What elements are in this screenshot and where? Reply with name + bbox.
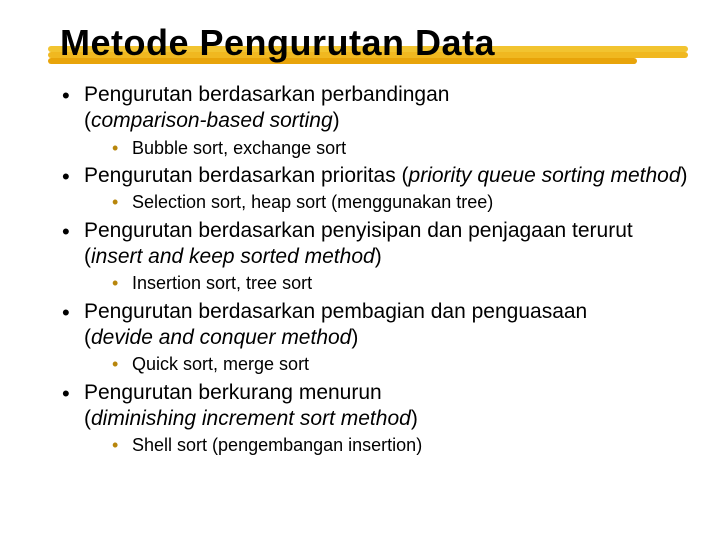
emphasis: insert and keep sorted method [91,245,375,268]
sub-text: , heap sort (menggunakan tree) [241,192,493,212]
sub-bullet: Selection sort, heap sort (menggunakan t… [112,191,688,214]
sub-highlight: Quick sort [132,354,213,374]
sub-text: , tree sort [236,273,312,293]
bullet-tail: ) [411,407,418,430]
bullet-tail: ) [351,326,358,349]
sub-bullet: Quick sort, merge sort [112,353,688,376]
bullet-item-1: Pengurutan berdasarkan perbandingan (com… [60,82,688,159]
bullet-item-5: Pengurutan berkurang menurun (diminishin… [60,380,688,457]
sub-highlight: Bubble sort [132,138,223,158]
sub-bullet: Bubble sort, exchange sort [112,137,688,160]
sub-bullet: Insertion sort, tree sort [112,272,688,295]
sub-text: , exchange sort [223,138,346,158]
bullet-text: Pengurutan berdasarkan prioritas ( [84,164,409,187]
bullet-tail: ) [375,245,382,268]
bullet-item-3: Pengurutan berdasarkan penyisipan dan pe… [60,218,688,295]
bullet-tail: ) [333,109,340,132]
bullet-item-2: Pengurutan berdasarkan prioritas (priori… [60,163,688,214]
emphasis: comparison-based sorting [91,109,333,132]
bullet-item-4: Pengurutan berdasarkan pembagian dan pen… [60,299,688,376]
sub-highlight: Shell sort [132,435,207,455]
sub-highlight: Selection sort [132,192,241,212]
slide: Metode Pengurutan Data Pengurutan berdas… [0,0,720,540]
emphasis: priority queue sorting method [409,164,681,187]
sub-text: (pengembangan insertion) [207,435,422,455]
sub-bullet: Shell sort (pengembangan insertion) [112,434,688,457]
bullet-list: Pengurutan berdasarkan perbandingan (com… [60,82,688,457]
page-title: Metode Pengurutan Data [60,22,495,64]
sub-highlight: Insertion sort [132,273,236,293]
bullet-tail: ) [681,164,688,187]
title-block: Metode Pengurutan Data [60,22,495,64]
emphasis: devide and conquer method [91,326,351,349]
emphasis: diminishing increment sort method [91,407,411,430]
sub-text: , merge sort [213,354,309,374]
